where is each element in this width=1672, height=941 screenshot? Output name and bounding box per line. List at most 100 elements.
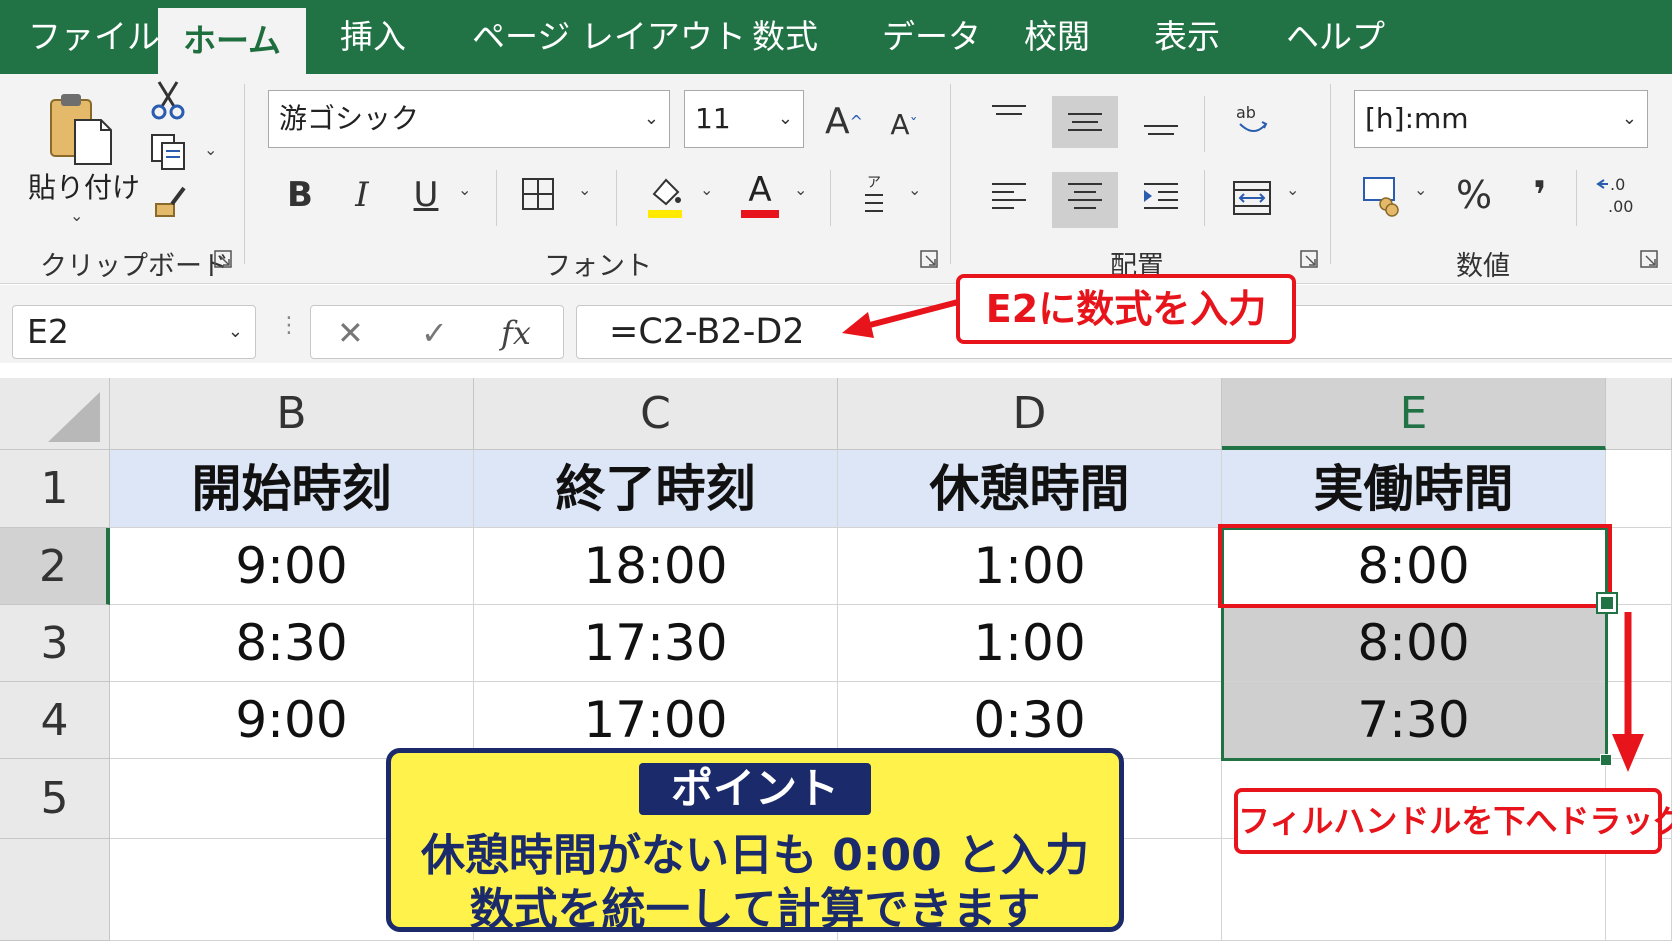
fill-color-dropdown-icon[interactable]: ⌄ [700,180,713,199]
cell-d2[interactable]: 1:00 [838,528,1222,605]
cell-e3[interactable]: 8:00 [1222,605,1606,682]
cell-d1[interactable]: 休憩時間 [838,450,1222,528]
indent-icon[interactable] [1142,178,1180,218]
borders-dropdown-icon[interactable]: ⌄ [578,180,591,199]
alignment-launcher-icon[interactable] [1300,250,1318,268]
accounting-format-icon[interactable] [1362,174,1404,218]
paste-icon[interactable] [44,86,116,166]
borders-icon[interactable] [518,174,558,214]
font-group-label: フォント [544,251,652,282]
row-header-1[interactable]: 1 [0,450,110,528]
paste-button[interactable]: 貼り付け [28,166,140,206]
align-left-icon[interactable] [990,178,1028,218]
underline-dropdown-icon[interactable]: ⌄ [458,180,471,199]
separator [616,170,617,226]
font-name-select[interactable]: 游ゴシック ⌄ [268,90,670,148]
font-size-select[interactable]: 11 ⌄ [684,90,804,148]
fill-color-icon[interactable] [642,170,686,220]
tab-page-layout[interactable]: ページ レイアウト [472,14,746,60]
phonetic-dropdown-icon[interactable]: ⌄ [908,180,921,199]
cell-d3[interactable]: 1:00 [838,605,1222,682]
middle-align-icon[interactable] [1066,102,1104,138]
merge-dropdown-icon[interactable]: ⌄ [1286,180,1299,199]
cut-icon[interactable] [148,80,188,120]
number-launcher-icon[interactable] [1640,250,1658,268]
row-header-3[interactable]: 3 [0,605,110,682]
grow-font-button[interactable]: A ^ [824,96,864,146]
group-separator [950,84,951,264]
column-header-e[interactable]: E [1222,378,1606,450]
splitter-dots-icon[interactable]: ⋮ [278,313,300,338]
cell-c1[interactable]: 終了時刻 [474,450,838,528]
number-format-select[interactable]: [h]:mm ⌄ [1354,90,1648,148]
copy-icon[interactable] [148,132,188,172]
font-color-dropdown-icon[interactable]: ⌄ [794,180,807,199]
top-align-icon[interactable] [990,102,1028,138]
cell-e6[interactable] [1222,839,1606,941]
column-header-c[interactable]: C [474,378,838,450]
format-painter-icon[interactable] [150,182,190,222]
cell-c2[interactable]: 18:00 [474,528,838,605]
increase-decimal-icon[interactable]: .0.00 [1596,172,1640,218]
orientation-icon[interactable]: ab [1232,100,1272,140]
cell-b3[interactable]: 8:30 [110,605,474,682]
formula-bar: E2 ⌄ ⋮ ✕ ✓ fx =C2-B2-D2 [0,285,1672,363]
tab-file[interactable]: ファイル [28,14,160,60]
tab-home[interactable]: ホーム [158,8,306,74]
svg-text:.0: .0 [1610,175,1625,194]
column-header-b[interactable]: B [110,378,474,450]
bottom-align-icon[interactable] [1142,102,1180,138]
copy-dropdown-icon[interactable]: ⌄ [204,140,217,159]
align-center-icon[interactable] [1066,178,1104,218]
cell-b1[interactable]: 開始時刻 [110,450,474,528]
cell-e4[interactable]: 7:30 [1222,682,1606,759]
bold-button[interactable]: B [282,170,318,220]
cell-c3[interactable]: 17:30 [474,605,838,682]
tab-review[interactable]: 校閲 [1024,14,1090,60]
cell-b2[interactable]: 9:00 [110,528,474,605]
svg-text:ア: ア [867,175,881,191]
font-color-button[interactable]: A [738,166,782,222]
row-header-6[interactable] [0,839,110,941]
row-header-5[interactable]: 5 [0,759,110,839]
column-header-d[interactable]: D [838,378,1222,450]
phonetic-guide-icon[interactable]: ア [856,172,892,218]
cell-e2[interactable]: 8:00 [1222,528,1606,605]
separator [1576,170,1577,226]
drag-down-arrow-icon [1612,612,1644,772]
separator [496,170,497,226]
cell-e1[interactable]: 実働時間 [1222,450,1606,528]
separator [1204,96,1205,152]
italic-button[interactable]: I [344,170,380,220]
group-separator [1330,84,1331,264]
shrink-font-button[interactable]: Aˇ [884,102,924,146]
insert-function-icon[interactable]: fx [501,312,531,354]
paste-dropdown-icon[interactable]: ⌄ [70,206,83,225]
row-header-4[interactable]: 4 [0,682,110,759]
tab-insert[interactable]: 挿入 [340,14,406,60]
font-name-value: 游ゴシック [279,102,420,135]
row-header-2[interactable]: 2 [0,528,110,605]
comma-style-button[interactable]: ❜ [1520,170,1560,220]
tab-formulas[interactable]: 数式 [752,14,818,60]
fill-handle-start[interactable] [1596,592,1618,614]
cell-f6[interactable] [1606,839,1672,941]
name-box[interactable]: E2 ⌄ [12,305,256,359]
font-launcher-icon[interactable] [920,250,938,268]
formula-buttons: ✕ ✓ fx [310,305,564,359]
underline-button[interactable]: U [408,170,444,220]
merge-center-icon[interactable] [1232,178,1272,218]
cell-f1[interactable] [1606,450,1672,528]
accounting-dropdown-icon[interactable]: ⌄ [1414,180,1427,199]
cancel-icon[interactable]: ✕ [337,312,364,354]
percent-style-button[interactable]: % [1452,170,1496,220]
column-header-f[interactable] [1606,378,1672,450]
tab-help[interactable]: ヘルプ [1286,14,1385,60]
point-box: ポイント 休憩時間がない日も 0:00 と入力 数式を統一して計算できます [386,748,1124,935]
select-all-corner[interactable] [0,378,110,450]
clipboard-launcher-icon[interactable] [214,250,232,268]
enter-icon[interactable]: ✓ [421,312,448,354]
number-group-label: 数値 [1456,251,1510,282]
tab-view[interactable]: 表示 [1154,14,1220,60]
tab-data[interactable]: データ [882,14,981,60]
